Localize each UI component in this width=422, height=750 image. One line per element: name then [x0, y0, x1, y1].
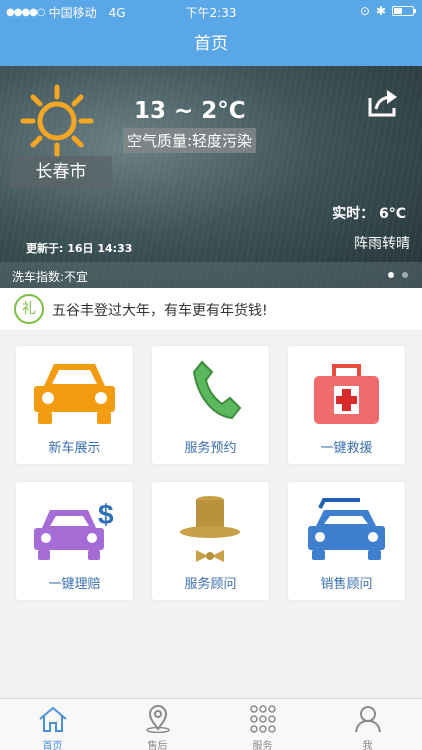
grid-item-claims[interactable]: $ 一键理赔: [16, 482, 133, 600]
car-icon: [34, 364, 115, 424]
grid-label: 新车展示: [48, 441, 101, 456]
page-title: 首页: [0, 22, 422, 66]
grid-label: 服务预约: [184, 441, 237, 456]
pager-dot-2[interactable]: [402, 272, 408, 278]
gift-icon: 礼: [14, 294, 44, 324]
location-pin-icon: [146, 705, 170, 733]
car-wash-index: 洗车指数:不宜: [12, 270, 89, 284]
promo-notice[interactable]: 礼 五谷丰登过大年，有车更有年货钱!: [0, 288, 422, 330]
notice-text: 五谷丰登过大年，有车更有年货钱!: [52, 303, 268, 319]
grid-item-sales-advisor[interactable]: 销售顾问: [288, 482, 405, 600]
pager-dot-1[interactable]: [388, 272, 394, 278]
realtime-temperature: 实时： 6°C: [332, 206, 406, 222]
grid-dots-icon: [250, 705, 276, 733]
weather-banner[interactable]: 长春市 13 ~ 2°C 空气质量:轻度污染 实时： 6°C 阵雨转晴 更新于:…: [0, 66, 422, 288]
tab-services[interactable]: 服务: [210, 699, 315, 750]
home-icon: [39, 706, 67, 732]
grid-item-rescue[interactable]: 一键救援: [288, 346, 405, 464]
grid-label: 服务顾问: [184, 577, 237, 592]
first-aid-kit-icon: [314, 364, 379, 424]
car-wash-bar: 洗车指数:不宜: [0, 262, 422, 288]
grid-label: 一键救援: [320, 441, 373, 456]
status-time: 下午2:33: [185, 6, 237, 20]
update-time: 更新于: 16日 14:33: [26, 242, 133, 255]
bluetooth-icon: ✱: [375, 4, 386, 18]
tab-after-sales[interactable]: 售后: [105, 699, 210, 750]
sun-icon: [20, 84, 94, 158]
air-quality: 空气质量:轻度污染: [123, 128, 257, 153]
grid-item-new-cars[interactable]: 新车展示: [16, 346, 133, 464]
city-label[interactable]: 长春市: [10, 156, 112, 188]
feature-grid: 新车展示 服务预约 一键救援 $ 一键理赔 服务顾问 销售顾问: [16, 346, 406, 602]
banner-pager[interactable]: [388, 272, 408, 278]
battery-icon: [392, 6, 416, 16]
share-icon[interactable]: [366, 88, 400, 118]
temperature-range: 13 ~ 2°C: [134, 98, 246, 124]
tab-bar: 首页 售后 服务 我: [0, 698, 422, 750]
tab-me[interactable]: 我: [315, 699, 420, 750]
grid-item-service-advisor[interactable]: 服务顾问: [152, 482, 269, 600]
tab-label: 售后: [147, 741, 168, 750]
rotation-lock-icon: ⊙: [359, 4, 370, 18]
weather-condition: 阵雨转晴: [354, 236, 410, 252]
tab-label: 我: [362, 741, 373, 750]
car-blue-icon: [308, 498, 385, 560]
status-bar: ●●●●○ 中国移动 4G 下午2:33 ⊙ ✱: [0, 0, 422, 22]
grid-label: 一键理赔: [48, 577, 101, 592]
tab-label: 首页: [42, 741, 63, 750]
tab-home[interactable]: 首页: [0, 699, 105, 750]
tab-label: 服务: [252, 741, 273, 750]
grid-item-service-booking[interactable]: 服务预约: [152, 346, 269, 464]
phone-icon: [192, 360, 242, 420]
car-dollar-icon: $: [34, 499, 114, 560]
grid-label: 销售顾问: [320, 577, 373, 592]
svg-text:$: $: [98, 499, 114, 530]
user-icon: [355, 706, 381, 733]
top-hat-icon: [180, 496, 240, 562]
